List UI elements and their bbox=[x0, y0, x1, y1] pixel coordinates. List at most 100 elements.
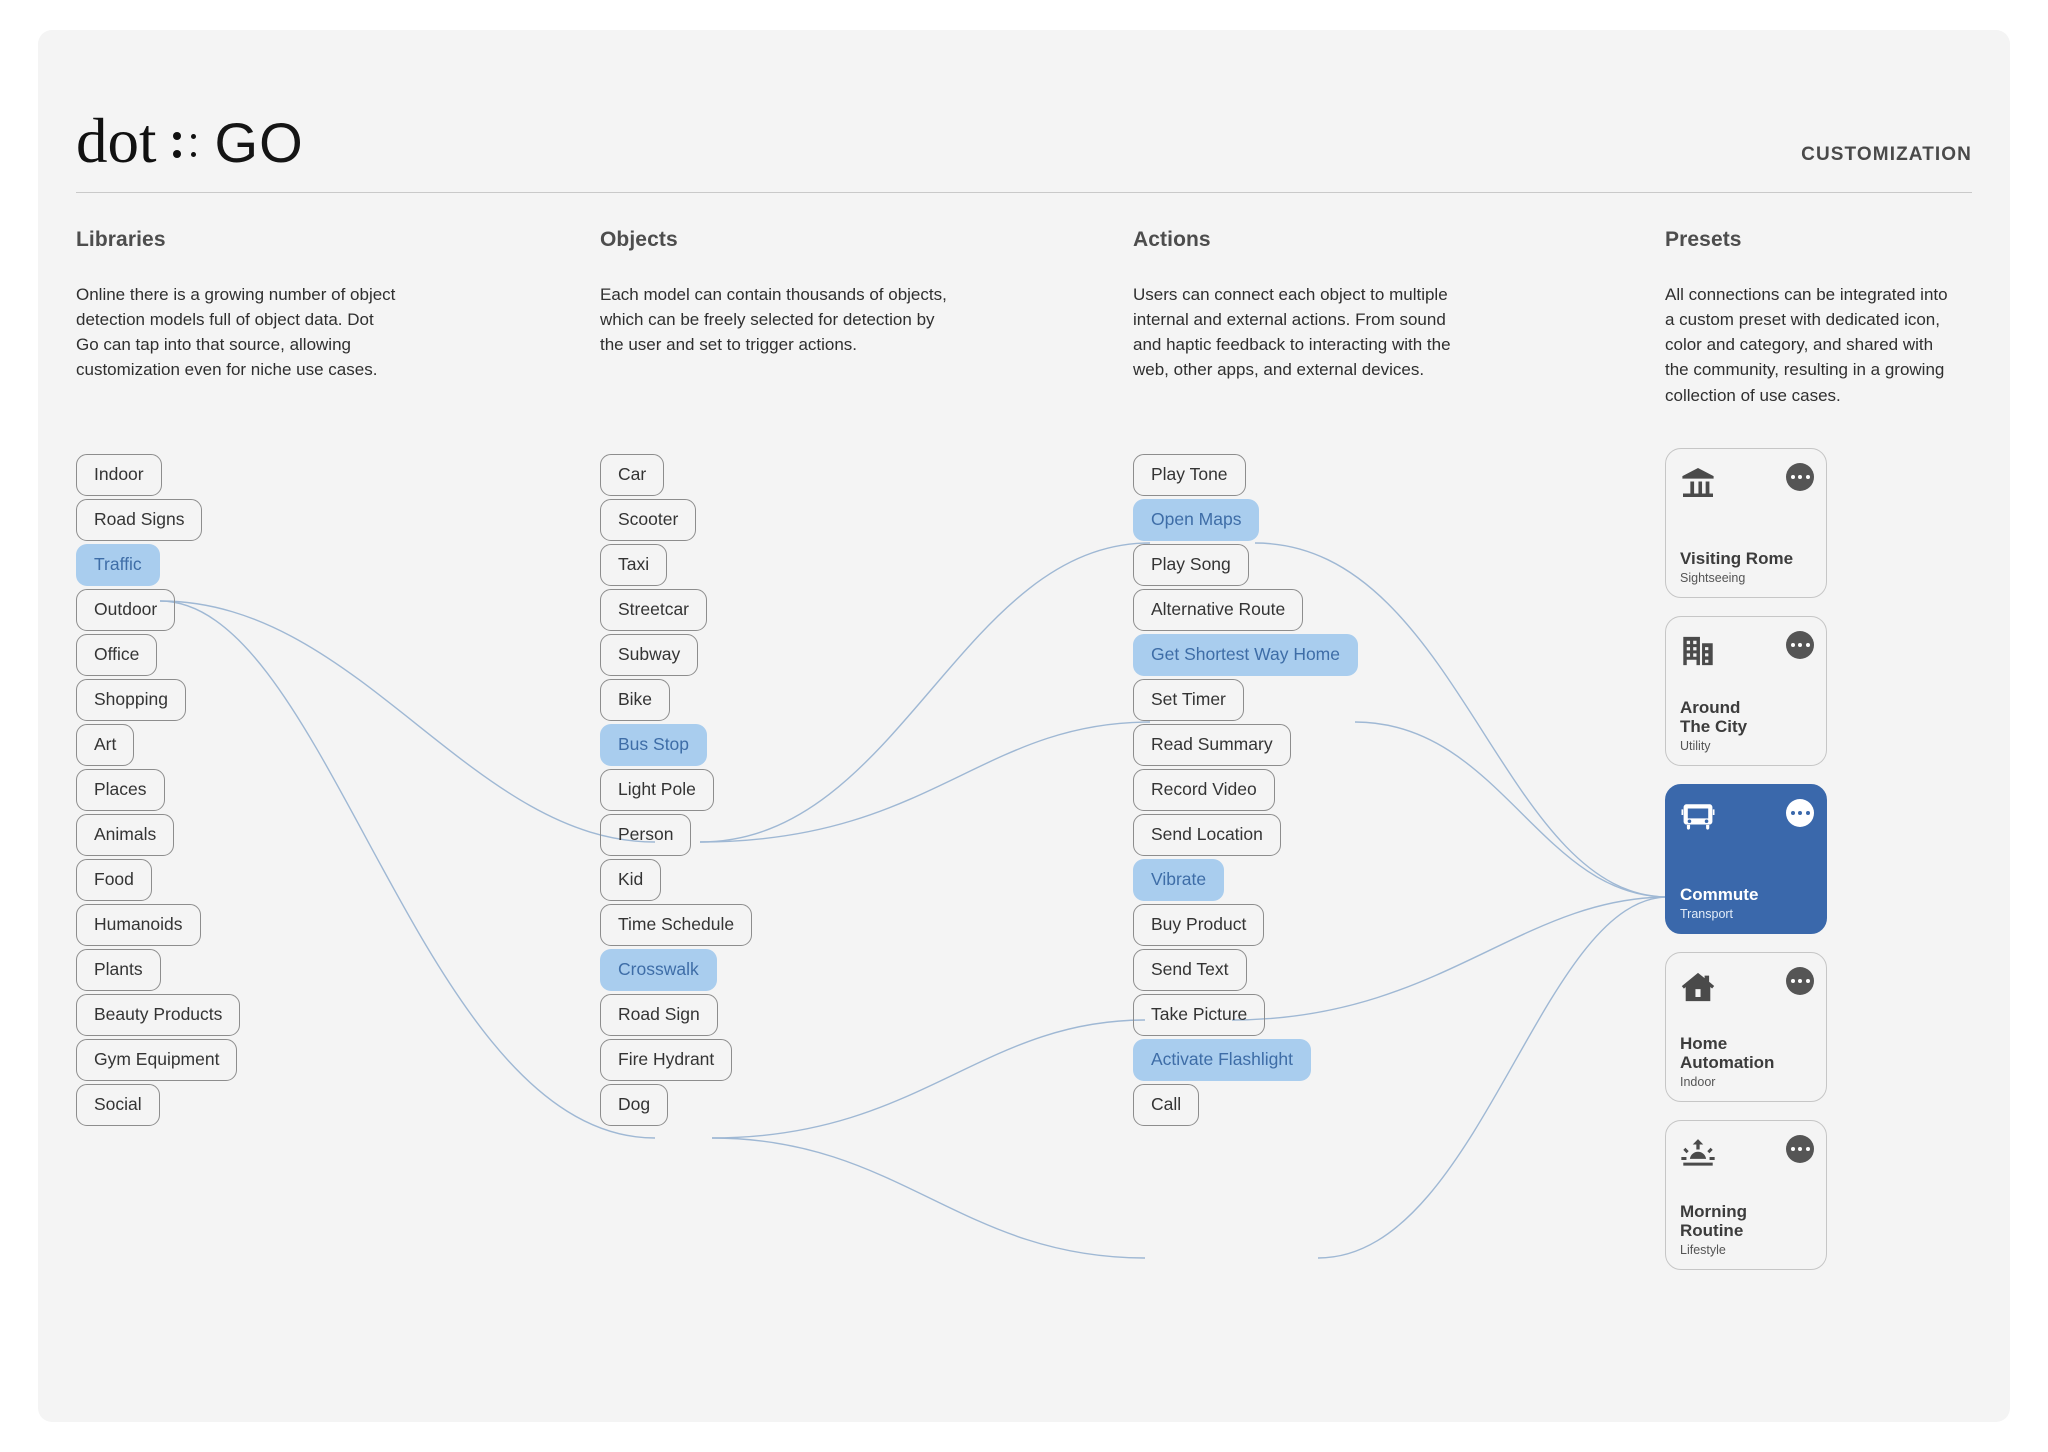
column-title-presets: Presets bbox=[1665, 228, 1742, 251]
column-description-actions: Users can connect each object to multipl… bbox=[1133, 285, 1451, 380]
preset-title: Home Automation bbox=[1680, 1033, 1775, 1072]
section-label: CUSTOMIZATION bbox=[1801, 144, 1972, 165]
classical-building-icon bbox=[1680, 465, 1716, 501]
librarie-chip-indoor[interactable]: Indoor bbox=[76, 453, 162, 496]
librarie-chip-places[interactable]: Places bbox=[76, 768, 165, 811]
chip-row: Crosswalk bbox=[600, 947, 752, 992]
preset-card-morning-routine[interactable]: Morning Routine Lifestyle bbox=[1665, 1120, 1827, 1270]
chip-row: Humanoids bbox=[76, 902, 240, 947]
object-chip-scooter[interactable]: Scooter bbox=[600, 498, 697, 541]
preset-card-home-automation[interactable]: Home Automation Indoor bbox=[1665, 952, 1827, 1102]
object-chip-crosswalk[interactable]: Crosswalk bbox=[600, 948, 717, 991]
preset-more-options-icon[interactable] bbox=[1786, 631, 1814, 659]
preset-card-around-the-city[interactable]: Around The City Utility bbox=[1665, 616, 1827, 766]
brand-logo: dot GO bbox=[76, 110, 304, 173]
librarie-chip-outdoor[interactable]: Outdoor bbox=[76, 588, 176, 631]
chip-row: Food bbox=[76, 857, 240, 902]
object-chip-road-sign[interactable]: Road Sign bbox=[600, 993, 718, 1036]
chip-row: Play Tone bbox=[1133, 452, 1358, 497]
object-chip-fire-hydrant[interactable]: Fire Hydrant bbox=[600, 1038, 733, 1081]
chip-row: Open Maps bbox=[1133, 497, 1358, 542]
action-chip-send-location[interactable]: Send Location bbox=[1133, 813, 1281, 856]
action-chip-get-shortest-way-home[interactable]: Get Shortest Way Home bbox=[1133, 633, 1358, 676]
preset-category: Sightseeing bbox=[1680, 571, 1746, 585]
braille-dots-icon bbox=[171, 128, 205, 162]
action-chip-take-picture[interactable]: Take Picture bbox=[1133, 993, 1266, 1036]
column-title-objects: Objects bbox=[600, 228, 678, 251]
object-chip-bike[interactable]: Bike bbox=[600, 678, 671, 721]
logo-dot-text: dot bbox=[76, 106, 157, 176]
preset-card-commute[interactable]: Commute Transport bbox=[1665, 784, 1827, 934]
chip-row: Vibrate bbox=[1133, 857, 1358, 902]
librarie-chip-beauty-products[interactable]: Beauty Products bbox=[76, 993, 241, 1036]
preset-card-list: Visiting Rome Sightseeing Around The City U… bbox=[1665, 448, 1829, 1288]
column-description-libraries: Online there is a growing number of obje… bbox=[76, 285, 396, 380]
librarie-chip-shopping[interactable]: Shopping bbox=[76, 678, 186, 721]
logo-go-text: GO bbox=[214, 111, 304, 174]
action-chip-alternative-route[interactable]: Alternative Route bbox=[1133, 588, 1304, 631]
librarie-chip-food[interactable]: Food bbox=[76, 858, 152, 901]
house-icon bbox=[1680, 969, 1716, 1005]
librarie-chip-traffic[interactable]: Traffic bbox=[76, 543, 160, 586]
object-chip-streetcar[interactable]: Streetcar bbox=[600, 588, 707, 631]
object-chip-time-schedule[interactable]: Time Schedule bbox=[600, 903, 753, 946]
librarie-chip-office[interactable]: Office bbox=[76, 633, 158, 676]
chip-row: Streetcar bbox=[600, 587, 752, 632]
librarie-chip-art[interactable]: Art bbox=[76, 723, 135, 766]
librarie-chip-animals[interactable]: Animals bbox=[76, 813, 175, 856]
chip-row: Record Video bbox=[1133, 767, 1358, 812]
object-chip-dog[interactable]: Dog bbox=[600, 1083, 669, 1126]
action-chip-play-song[interactable]: Play Song bbox=[1133, 543, 1249, 586]
object-chip-car[interactable]: Car bbox=[600, 453, 665, 496]
chip-row: Light Pole bbox=[600, 767, 752, 812]
header-divider bbox=[76, 192, 1972, 193]
action-chip-list: Play Tone Open Maps Play Song Alternative R… bbox=[1133, 452, 1358, 1127]
chip-row: Car bbox=[600, 452, 752, 497]
chip-row: Person bbox=[600, 812, 752, 857]
object-chip-person[interactable]: Person bbox=[600, 813, 692, 856]
chip-row: Call bbox=[1133, 1082, 1358, 1127]
preset-more-options-icon[interactable] bbox=[1786, 967, 1814, 995]
action-chip-call[interactable]: Call bbox=[1133, 1083, 1200, 1126]
preset-title: Around The City bbox=[1680, 697, 1748, 736]
chip-row: Animals bbox=[76, 812, 240, 857]
chip-row: Alternative Route bbox=[1133, 587, 1358, 632]
object-chip-kid[interactable]: Kid bbox=[600, 858, 662, 901]
chip-row: Dog bbox=[600, 1082, 752, 1127]
object-chip-subway[interactable]: Subway bbox=[600, 633, 699, 676]
action-chip-play-tone[interactable]: Play Tone bbox=[1133, 453, 1246, 496]
preset-card-visiting-rome[interactable]: Visiting Rome Sightseeing bbox=[1665, 448, 1827, 598]
chip-row: Send Text bbox=[1133, 947, 1358, 992]
preset-more-options-icon[interactable] bbox=[1786, 463, 1814, 491]
preset-more-options-icon[interactable] bbox=[1786, 799, 1814, 827]
sunrise-icon bbox=[1680, 1137, 1716, 1173]
preset-title: Commute bbox=[1680, 884, 1759, 904]
object-chip-bus-stop[interactable]: Bus Stop bbox=[600, 723, 708, 766]
librarie-chip-plants[interactable]: Plants bbox=[76, 948, 161, 991]
action-chip-activate-flashlight[interactable]: Activate Flashlight bbox=[1133, 1038, 1312, 1081]
object-chip-taxi[interactable]: Taxi bbox=[600, 543, 668, 586]
preset-text-block: Commute Transport bbox=[1680, 885, 1816, 921]
preset-text-block: Home Automation Indoor bbox=[1680, 1034, 1816, 1089]
librarie-chip-road-signs[interactable]: Road Signs bbox=[76, 498, 203, 541]
chip-row: Subway bbox=[600, 632, 752, 677]
librarie-chip-humanoids[interactable]: Humanoids bbox=[76, 903, 201, 946]
action-chip-set-timer[interactable]: Set Timer bbox=[1133, 678, 1244, 721]
preset-more-options-icon[interactable] bbox=[1786, 1135, 1814, 1163]
action-chip-vibrate[interactable]: Vibrate bbox=[1133, 858, 1225, 901]
chip-row: Play Song bbox=[1133, 542, 1358, 587]
preset-text-block: Morning Routine Lifestyle bbox=[1680, 1202, 1816, 1257]
action-chip-send-text[interactable]: Send Text bbox=[1133, 948, 1247, 991]
librarie-chip-gym-equipment[interactable]: Gym Equipment bbox=[76, 1038, 238, 1081]
chip-row: Places bbox=[76, 767, 240, 812]
column-title-libraries: Libraries bbox=[76, 228, 166, 251]
object-chip-list: Car Scooter Taxi Streetcar Subway Bike Bus Sto… bbox=[600, 452, 753, 1127]
action-chip-open-maps[interactable]: Open Maps bbox=[1133, 498, 1260, 541]
action-chip-read-summary[interactable]: Read Summary bbox=[1133, 723, 1291, 766]
page-root: dot GO CUSTOMIZATION Libraries Online th… bbox=[0, 0, 2048, 1452]
action-chip-buy-product[interactable]: Buy Product bbox=[1133, 903, 1265, 946]
object-chip-light-pole[interactable]: Light Pole bbox=[600, 768, 714, 811]
librarie-chip-social[interactable]: Social bbox=[76, 1083, 160, 1126]
buildings-icon bbox=[1680, 633, 1716, 669]
action-chip-record-video[interactable]: Record Video bbox=[1133, 768, 1275, 811]
